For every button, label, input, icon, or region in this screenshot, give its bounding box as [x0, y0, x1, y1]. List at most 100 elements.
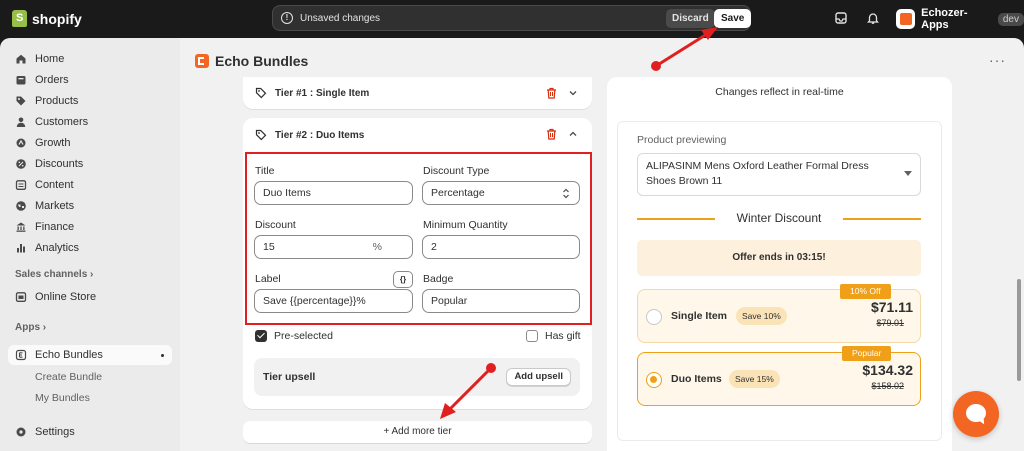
tier-1-header[interactable]: Tier #1 : Single Item: [255, 87, 369, 99]
chevron-right-icon: ›: [42, 322, 47, 333]
page-title: Echo Bundles: [195, 53, 308, 69]
app-icon: [15, 349, 27, 361]
badge-label: Badge: [423, 273, 454, 285]
apps-label: Apps: [15, 322, 40, 333]
bundle-price: $134.32: [862, 362, 913, 378]
alert-circle-icon: !: [281, 12, 293, 24]
sidebar-item-label: Online Store: [35, 291, 97, 303]
save-button[interactable]: Save: [714, 9, 752, 28]
chat-button[interactable]: [953, 391, 999, 437]
unsaved-changes-text: Unsaved changes: [300, 13, 381, 24]
chevron-up-icon[interactable]: [568, 129, 578, 139]
sidebar-item-products[interactable]: Products: [8, 91, 172, 111]
discount-type-label: Discount Type: [423, 165, 490, 177]
inbox-icon[interactable]: [834, 11, 848, 25]
sidebar-item-home[interactable]: Home: [8, 49, 172, 69]
sidebar-item-content[interactable]: Content: [8, 175, 172, 195]
apps-heading[interactable]: Apps ›: [15, 322, 46, 333]
content-icon: [15, 180, 27, 190]
chevron-down-icon[interactable]: [568, 88, 578, 98]
product-previewing-label: Product previewing: [637, 134, 727, 146]
bundle-ribbon: Popular: [842, 346, 892, 361]
discount-label: Discount: [255, 219, 296, 231]
sidebar-item-label: Settings: [35, 426, 75, 438]
discount-input[interactable]: 15 %: [254, 235, 413, 259]
title-input[interactable]: Duo Items: [254, 181, 413, 205]
sidebar-item-discounts[interactable]: Discounts: [8, 154, 172, 174]
sidebar-item-analytics[interactable]: Analytics: [8, 238, 172, 258]
bundle-old-price: $79.01: [876, 318, 904, 328]
bank-icon: [16, 222, 26, 232]
min-quantity-input[interactable]: 2: [422, 235, 580, 259]
add-more-tier-label: Add more tier: [391, 426, 452, 437]
sidebar-item-finance[interactable]: Finance: [8, 217, 172, 237]
discount-icon: [16, 159, 26, 169]
shopify-logo[interactable]: shopify: [12, 10, 82, 27]
add-more-tier-button[interactable]: + Add more tier: [243, 421, 592, 443]
sidebar-item-my-bundles[interactable]: My Bundles: [35, 392, 90, 404]
has-gift-label: Has gift: [545, 330, 581, 342]
scrollbar[interactable]: [1017, 279, 1021, 381]
store-name: Echozer-Apps: [921, 7, 968, 31]
discard-button[interactable]: Discard: [666, 9, 715, 28]
delete-icon[interactable]: [546, 87, 557, 99]
bundle-name: Single Item: [671, 310, 728, 322]
chart-icon: [17, 244, 25, 253]
sidebar-item-label: Echo Bundles: [35, 349, 103, 361]
tier-upsell-box: Tier upsell Add upsell: [254, 358, 580, 396]
radio-button-selected[interactable]: [646, 372, 662, 388]
sidebar-item-label: Customers: [35, 116, 89, 128]
sidebar-item-orders[interactable]: Orders: [8, 70, 172, 90]
sidebar-item-markets[interactable]: Markets: [8, 196, 172, 216]
sales-channels-label: Sales channels: [15, 269, 88, 280]
percent-suffix: %: [372, 241, 382, 253]
sales-channels-heading[interactable]: Sales channels ›: [15, 269, 93, 280]
offer-countdown: Offer ends in 03:15!: [637, 240, 921, 276]
gear-icon: [16, 427, 26, 437]
sidebar-item-online-store[interactable]: Online Store: [8, 287, 172, 307]
sidebar-item-customers[interactable]: Customers: [8, 112, 172, 132]
sidebar-item-label: Home: [35, 53, 65, 65]
preselected-checkbox[interactable]: [255, 330, 267, 342]
add-upsell-button[interactable]: Add upsell: [506, 368, 571, 386]
page-title-text: Echo Bundles: [215, 53, 309, 69]
has-gift-checkbox[interactable]: [526, 330, 538, 342]
radio-button[interactable]: [646, 309, 662, 325]
tier-2-title: Tier #2 : Duo Items: [275, 129, 365, 141]
bundle-old-price: $158.02: [871, 381, 904, 391]
home-icon: [16, 54, 26, 64]
label-input[interactable]: Save {{percentage}}%: [254, 289, 413, 313]
brand-name: shopify: [32, 10, 82, 27]
delete-icon[interactable]: [546, 128, 557, 140]
more-actions-icon[interactable]: ···: [989, 53, 1006, 67]
discount-title-row: Winter Discount: [637, 210, 921, 228]
sidebar-item-echo-bundles[interactable]: Echo Bundles: [8, 345, 172, 365]
bundle-price: $71.11: [870, 299, 913, 315]
dev-badge: dev: [997, 12, 1024, 26]
save-badge: Save 15%: [729, 370, 780, 388]
variables-button[interactable]: {}: [393, 271, 413, 288]
min-quantity-label: Minimum Quantity: [423, 219, 508, 231]
top-bar: shopify ! Unsaved changes Discard Save E…: [0, 0, 1024, 38]
tag-icon: [255, 87, 267, 99]
sidebar-item-create-bundle[interactable]: Create Bundle: [35, 371, 102, 383]
tier-2-header[interactable]: Tier #2 : Duo Items: [255, 129, 364, 141]
store-menu[interactable]: Echozer-Apps dev: [896, 7, 1024, 31]
sidebar-item-settings[interactable]: Settings: [8, 422, 172, 442]
person-icon: [16, 117, 26, 127]
badge-input[interactable]: Popular: [422, 289, 580, 313]
sidebar-item-growth[interactable]: Growth: [8, 133, 172, 153]
label-label: Label: [255, 273, 281, 285]
sidebar-item-label: Discounts: [35, 158, 84, 170]
title-label: Title: [255, 165, 275, 177]
bundle-name: Duo Items: [671, 373, 722, 385]
discount-type-select[interactable]: Percentage: [422, 181, 580, 205]
sidebar-item-label: Orders: [35, 74, 69, 86]
tier-1-card[interactable]: Tier #1 : Single Item: [243, 77, 592, 109]
bell-icon[interactable]: [866, 11, 880, 25]
globe-icon: [16, 201, 26, 211]
sidebar-item-label: Analytics: [35, 242, 80, 254]
tag-icon: [255, 129, 267, 141]
product-select[interactable]: ALIPASINM Mens Oxford Leather Formal Dre…: [637, 153, 921, 196]
tier-upsell-label: Tier upsell: [263, 371, 316, 383]
